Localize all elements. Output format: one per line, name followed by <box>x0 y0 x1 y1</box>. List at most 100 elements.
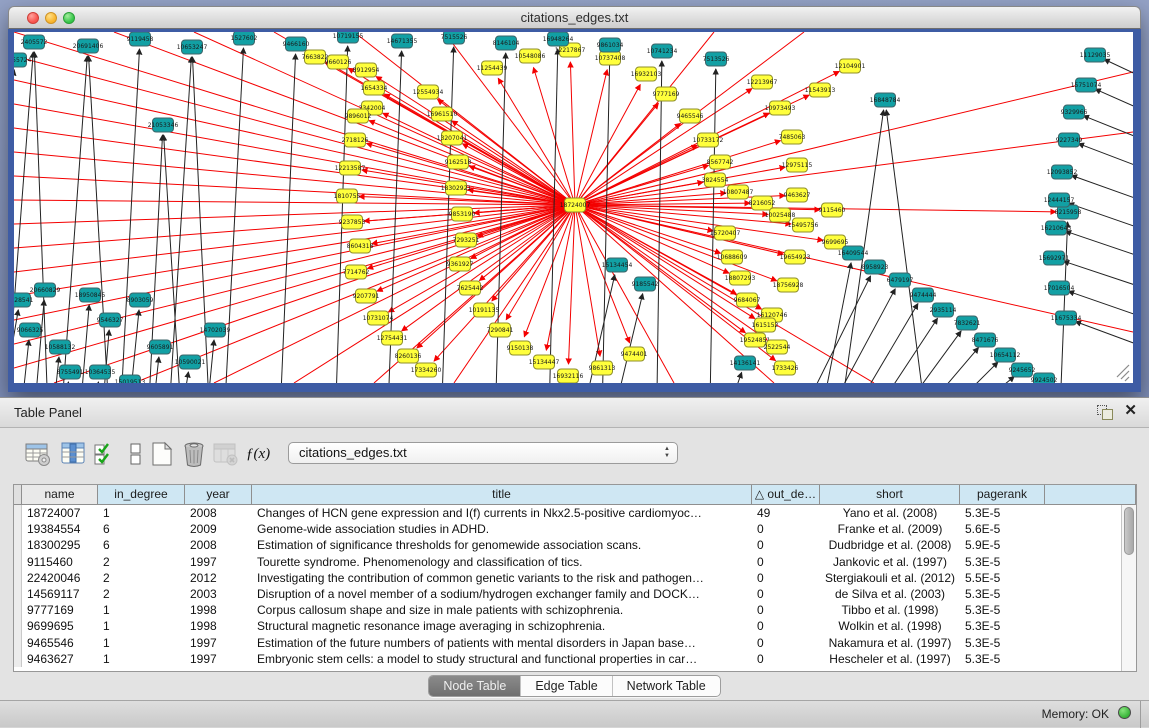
graph-node[interactable]: 15720407 <box>710 226 741 240</box>
table-row[interactable]: 1830029562008Estimation of significance … <box>14 537 1136 553</box>
graph-node[interactable]: 10364535 <box>85 365 116 379</box>
graph-node[interactable]: 8903059 <box>127 293 154 307</box>
citation-edge[interactable] <box>898 348 979 383</box>
citation-edge[interactable] <box>886 110 932 383</box>
column-header-title[interactable]: title <box>252 485 752 505</box>
graph-node[interactable]: 9660126 <box>325 55 352 69</box>
graph-node[interactable]: 10741234 <box>647 44 678 58</box>
column-header-short[interactable]: short <box>820 485 960 505</box>
graph-node[interactable]: 3824554 <box>702 173 729 187</box>
graph-node[interactable]: 15692971 <box>1039 251 1070 265</box>
table-settings-button[interactable] <box>24 440 52 468</box>
graph-node[interactable]: 9028541 <box>14 293 34 307</box>
column-header-pagerank[interactable]: pagerank <box>960 485 1045 505</box>
graph-node[interactable]: 12975115 <box>782 158 813 172</box>
graph-node[interactable]: 16210643 <box>1041 221 1072 235</box>
citation-edge-red[interactable] <box>369 121 575 205</box>
graph-node[interactable]: 1615152 <box>752 318 779 332</box>
citation-edge[interactable] <box>836 304 918 383</box>
show-columns-button[interactable] <box>60 440 88 468</box>
graph-node[interactable]: 19654923 <box>780 250 811 264</box>
graph-node[interactable]: 11129035 <box>1080 48 1111 62</box>
citation-edge-red[interactable] <box>568 205 575 364</box>
graph-node[interactable]: 15495756 <box>788 218 819 232</box>
graph-node[interactable]: 10588132 <box>45 340 76 354</box>
graph-node[interactable]: 12213967 <box>747 75 778 89</box>
delete-rows-button[interactable] <box>180 440 208 468</box>
citation-edge[interactable] <box>14 310 18 383</box>
citation-edge[interactable] <box>856 318 937 383</box>
table-selector-dropdown[interactable]: citations_edges.txt ▲▼ <box>288 442 678 464</box>
graph-node[interactable]: 15751074 <box>1071 78 1102 92</box>
graph-node[interactable]: 11675334 <box>1051 311 1082 325</box>
graph-node[interactable]: 10654112 <box>990 348 1021 362</box>
row-height-button[interactable] <box>122 440 150 468</box>
citation-edge[interactable] <box>813 289 895 383</box>
zoom-window-button[interactable] <box>63 12 75 24</box>
graph-node[interactable]: 10653247 <box>177 40 208 54</box>
citation-edge[interactable] <box>166 57 191 383</box>
citation-edge[interactable] <box>601 55 610 383</box>
graph-node[interactable]: 10548086 <box>515 49 546 63</box>
table-row[interactable]: 911546021997Tourette syndrome. Phenomeno… <box>14 554 1136 570</box>
citation-edge[interactable] <box>278 54 296 383</box>
table-row[interactable]: 977716911998Corpus callosum shape and si… <box>14 602 1136 618</box>
float-panel-icon[interactable] <box>1097 405 1113 419</box>
citation-edge[interactable] <box>935 376 1014 383</box>
create-table-button[interactable] <box>148 440 176 468</box>
graph-node[interactable]: 7832621 <box>954 316 981 330</box>
graph-node[interactable]: 9465546 <box>677 109 704 123</box>
network-canvas[interactable]: 7663822966012689129541654334234200498960… <box>14 32 1133 383</box>
citation-edge[interactable] <box>1063 261 1133 298</box>
graph-node[interactable]: 15019513 <box>115 375 146 383</box>
column-header-in_degree[interactable]: in_degree <box>98 485 185 505</box>
graph-node[interactable]: 12444157 <box>1044 193 1075 207</box>
memory-ok-indicator[interactable] <box>1118 706 1131 719</box>
minimize-window-button[interactable] <box>45 12 57 24</box>
graph-node[interactable]: 10733172 <box>693 133 724 147</box>
graph-node[interactable]: 9237853 <box>339 215 366 229</box>
graph-node[interactable]: 16961510 <box>427 107 458 121</box>
scrollbar-thumb[interactable] <box>1124 507 1134 555</box>
graph-node[interactable]: 9605891 <box>147 340 174 354</box>
graph-node[interactable]: 9466160 <box>283 37 310 51</box>
graph-node[interactable]: 11543913 <box>805 83 836 97</box>
table-row[interactable]: 1456911722003Disruption of a novel membe… <box>14 586 1136 602</box>
table-row[interactable]: 969969511998Structural magnetic resonanc… <box>14 618 1136 634</box>
graph-node[interactable]: 15134447 <box>529 355 560 369</box>
table-row[interactable]: 946362711997Embryonic stem cells: a mode… <box>14 651 1136 667</box>
graph-node[interactable]: 8604318 <box>347 239 374 253</box>
graph-node[interactable]: 8260136 <box>395 349 422 363</box>
graph-node[interactable]: 9150138 <box>507 341 534 355</box>
function-builder-button[interactable]: ƒ(x) <box>246 440 274 468</box>
column-header-name[interactable]: name <box>22 485 98 505</box>
graph-node[interactable]: 2935114 <box>930 303 957 317</box>
citation-edge[interactable] <box>1078 144 1133 180</box>
graph-node[interactable]: 8755491 <box>57 365 84 379</box>
graph-node[interactable]: 20660829 <box>30 283 61 297</box>
graph-node[interactable]: 7515526 <box>441 32 468 44</box>
citation-edge-red[interactable] <box>376 77 575 205</box>
citation-edge[interactable] <box>147 357 159 383</box>
graph-node[interactable]: 17016504 <box>1044 281 1075 295</box>
graph-node[interactable]: 1733426 <box>772 361 799 375</box>
graph-node[interactable]: 10973493 <box>765 101 796 115</box>
graph-node[interactable]: 10731074 <box>363 311 394 325</box>
graph-node[interactable]: 2718126 <box>342 133 369 147</box>
tab-network-table[interactable]: Network Table <box>613 676 720 696</box>
graph-node[interactable]: 7714762 <box>343 265 370 279</box>
graph-node[interactable]: 9896012 <box>345 109 372 123</box>
graph-node[interactable]: 9777169 <box>653 87 680 101</box>
citation-edge[interactable] <box>712 372 742 383</box>
citation-edge[interactable] <box>1058 222 1068 383</box>
graph-node[interactable]: 9329966 <box>1061 105 1088 119</box>
citation-edge-red[interactable] <box>575 89 752 205</box>
citation-edge-red[interactable] <box>14 152 575 205</box>
table-row[interactable]: 946554611997Estimation of the future num… <box>14 635 1136 651</box>
citation-edge[interactable] <box>918 362 998 383</box>
citation-edge-red[interactable] <box>388 205 575 312</box>
graph-node[interactable]: 7290841 <box>487 323 514 337</box>
citation-edge-red[interactable] <box>14 32 575 205</box>
graph-node[interactable]: 9853190 <box>449 207 476 221</box>
citation-edge[interactable] <box>656 61 662 383</box>
